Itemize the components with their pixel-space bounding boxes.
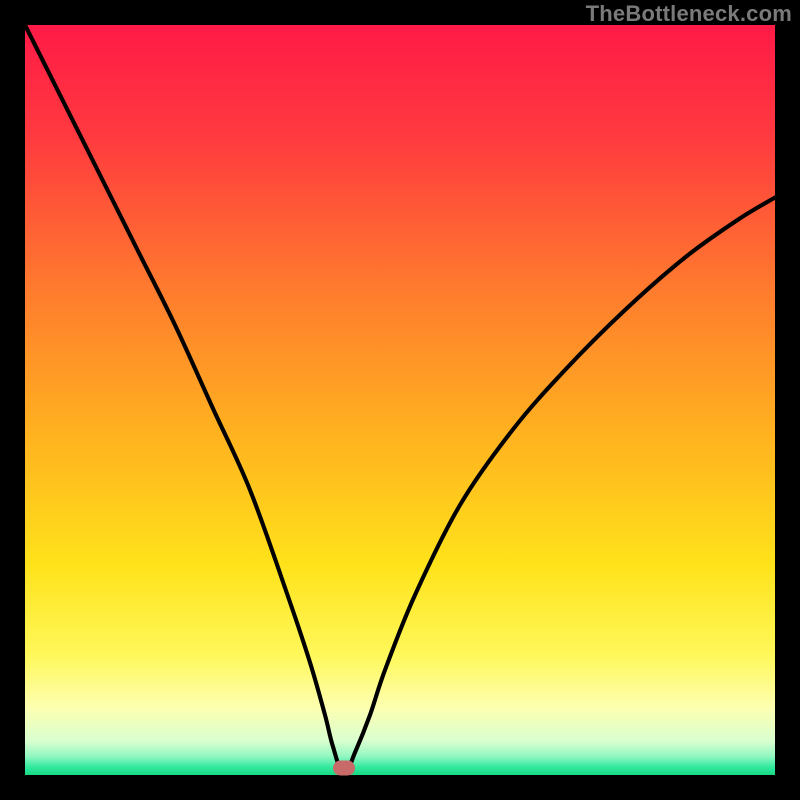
curve-layer <box>25 25 775 775</box>
watermark-text: TheBottleneck.com <box>586 1 792 27</box>
chart-container: TheBottleneck.com <box>0 0 800 800</box>
bottleneck-curve <box>25 25 775 775</box>
optimal-point-marker <box>333 760 355 775</box>
plot-area <box>25 25 775 775</box>
